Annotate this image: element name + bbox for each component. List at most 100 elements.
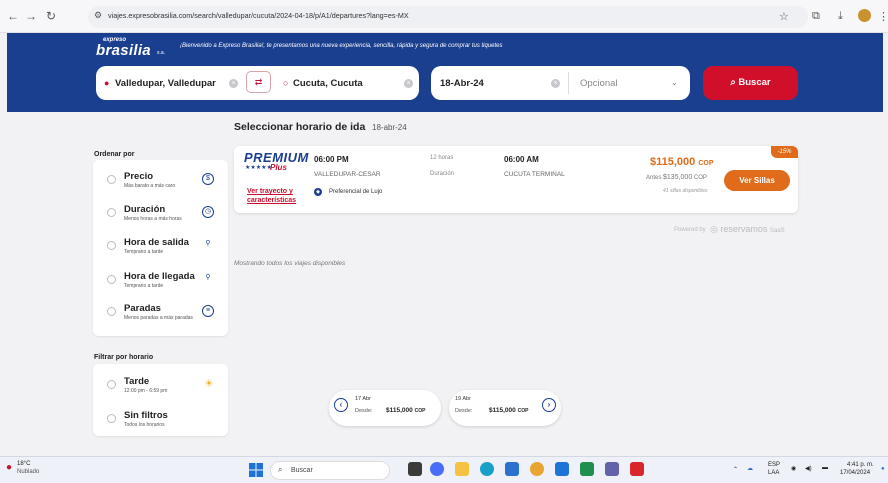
clear-origin-icon[interactable]: × bbox=[229, 79, 238, 88]
taskbar-search[interactable] bbox=[270, 461, 390, 480]
arrow-right-icon[interactable]: › bbox=[542, 398, 556, 412]
radio[interactable] bbox=[107, 307, 116, 316]
language-indicator[interactable]: ESP bbox=[768, 462, 780, 468]
next-day-from: Desde: bbox=[455, 408, 473, 414]
download-icon[interactable]: ⤓ bbox=[838, 10, 843, 23]
price-value: $115,000 bbox=[650, 156, 696, 168]
url-text[interactable]: viajes.expresobrasilia.com/search/valled… bbox=[108, 11, 409, 20]
next-day-date: 19 Abr bbox=[455, 396, 471, 402]
sort-sub: Menos paradas a más paradas bbox=[124, 315, 193, 321]
radio[interactable] bbox=[107, 414, 116, 423]
date-divider bbox=[568, 72, 569, 94]
old-price-prefix: Antes bbox=[646, 175, 662, 181]
stars-rating: ★★★★★ bbox=[245, 165, 272, 171]
search-button[interactable]: ⌕ Buscar bbox=[703, 66, 798, 100]
destination-input[interactable]: Cucuta, Cucuta bbox=[293, 78, 363, 89]
sort-option-price[interactable]: Precio Más barato a más caro $ bbox=[107, 171, 225, 191]
language-sub[interactable]: LAA bbox=[768, 470, 779, 476]
chrome-icon[interactable] bbox=[530, 462, 544, 476]
sort-option-departure[interactable]: Hora de salida Temprano a tarde ⚲ bbox=[107, 237, 225, 257]
seats-available: 41 sillas disponibles bbox=[663, 188, 708, 194]
sort-option-arrival[interactable]: Hora de llegada Temprano a tarde ⚲ bbox=[107, 271, 225, 291]
reservamos-logo: ◎ reservamos SaaS bbox=[710, 224, 785, 234]
arrow-left-icon[interactable]: ‹ bbox=[334, 398, 348, 412]
site-info-icon[interactable]: ⚙ bbox=[94, 10, 102, 21]
windows-start-icon[interactable] bbox=[249, 463, 263, 477]
departure-city: VALLEDUPAR-CESAR bbox=[314, 171, 381, 178]
radio[interactable] bbox=[107, 241, 116, 250]
taskbar-search-label: Buscar bbox=[291, 467, 313, 474]
edge-icon[interactable] bbox=[480, 462, 494, 476]
departure-time: 06:00 PM bbox=[314, 155, 349, 164]
extensions-icon[interactable]: ⧉ bbox=[812, 10, 820, 23]
trip-price: $115,000 COP bbox=[650, 156, 714, 168]
sort-option-stops[interactable]: Paradas Menos paradas a más paradas ≡ bbox=[107, 303, 225, 323]
departure-icon: ⚲ bbox=[202, 239, 214, 251]
clear-destination-icon[interactable]: × bbox=[404, 79, 413, 88]
logo[interactable]: brasilia bbox=[96, 42, 151, 59]
store-icon[interactable] bbox=[505, 462, 519, 476]
battery-icon[interactable]: ▬ bbox=[822, 465, 828, 471]
sort-label: Paradas bbox=[124, 303, 161, 314]
cloud-icon[interactable]: ☁ bbox=[747, 465, 753, 472]
return-date-input[interactable]: Opcional bbox=[580, 78, 618, 89]
view-seats-button[interactable]: Ver Sillas bbox=[724, 170, 790, 191]
weather-description[interactable]: Nublado bbox=[17, 469, 39, 475]
volume-icon[interactable]: ◀) bbox=[805, 465, 812, 472]
teams-icon[interactable] bbox=[605, 462, 619, 476]
filter-sub: Todos los horarios bbox=[124, 422, 165, 428]
clock-time[interactable]: 4:41 p. m. bbox=[847, 462, 874, 468]
chevron-down-icon[interactable]: ⌄ bbox=[671, 78, 678, 87]
brand-plus: Plus bbox=[270, 163, 287, 172]
weather-icon[interactable]: ● bbox=[6, 462, 12, 473]
radio[interactable] bbox=[107, 175, 116, 184]
service-class-icon: ◆ bbox=[314, 188, 322, 196]
discount-badge: -15% bbox=[771, 146, 798, 158]
filter-option-none[interactable]: Sin filtros Todos los horarios bbox=[107, 410, 225, 430]
prev-day-from: Desde: bbox=[355, 408, 373, 414]
price-currency: COP bbox=[698, 160, 714, 167]
back-icon[interactable]: ← bbox=[6, 9, 20, 23]
excel-icon[interactable] bbox=[580, 462, 594, 476]
forward-icon[interactable]: → bbox=[24, 9, 38, 23]
outlook-icon[interactable] bbox=[555, 462, 569, 476]
powered-by-text: Powered by bbox=[674, 227, 706, 233]
chevron-up-icon[interactable]: ⌃ bbox=[733, 466, 738, 473]
origin-input[interactable]: Valledupar, Valledupar bbox=[115, 78, 216, 89]
pdf-icon[interactable] bbox=[630, 462, 644, 476]
copilot-icon[interactable] bbox=[430, 462, 444, 476]
sort-label: Duración bbox=[124, 204, 166, 215]
notification-icon[interactable]: ● bbox=[881, 466, 885, 472]
dollar-icon: $ bbox=[202, 173, 214, 185]
radio[interactable] bbox=[107, 275, 116, 284]
sort-label: Hora de salida bbox=[124, 237, 189, 248]
sort-option-duration[interactable]: Duración Menos horas a más horas ◷ bbox=[107, 204, 225, 224]
sort-heading: Ordenar por bbox=[94, 151, 135, 158]
duration-label: Duración bbox=[430, 171, 455, 177]
weather-temperature[interactable]: 18°C bbox=[17, 461, 30, 467]
route-details-link[interactable]: Ver trayecto y características bbox=[247, 187, 305, 205]
reload-icon[interactable]: ↻ bbox=[44, 9, 58, 23]
next-price-value: $115,000 bbox=[489, 407, 516, 414]
clock-date[interactable]: 17/04/2024 bbox=[840, 470, 870, 476]
clear-date-icon[interactable]: × bbox=[551, 79, 560, 88]
filter-label: Tarde bbox=[124, 376, 150, 387]
file-explorer-icon[interactable] bbox=[455, 462, 469, 476]
logo-suffix: s.a. bbox=[157, 50, 166, 56]
filter-label: Sin filtros bbox=[124, 410, 168, 421]
stops-icon: ≡ bbox=[202, 305, 214, 317]
radio[interactable] bbox=[107, 208, 116, 217]
swap-route-button[interactable]: ⇄ bbox=[246, 71, 271, 93]
prev-day-price: $115,000 COP bbox=[386, 407, 425, 414]
next-day-price: $115,000 COP bbox=[489, 407, 528, 414]
departure-date-input[interactable]: 18-Abr-24 bbox=[440, 78, 484, 89]
filter-option-afternoon[interactable]: Tarde 12:00 pm - 6:59 pm ☀ bbox=[107, 376, 225, 396]
service-class: Preferencial de Lujo bbox=[329, 189, 383, 195]
task-view-icon[interactable] bbox=[408, 462, 422, 476]
menu-icon[interactable]: ⋮ bbox=[878, 10, 888, 23]
powered-brand: reservamos bbox=[720, 224, 768, 234]
wifi-icon[interactable]: ◉ bbox=[791, 465, 796, 472]
radio[interactable] bbox=[107, 380, 116, 389]
star-icon[interactable]: ☆ bbox=[779, 10, 789, 23]
profile-icon[interactable] bbox=[858, 9, 871, 22]
